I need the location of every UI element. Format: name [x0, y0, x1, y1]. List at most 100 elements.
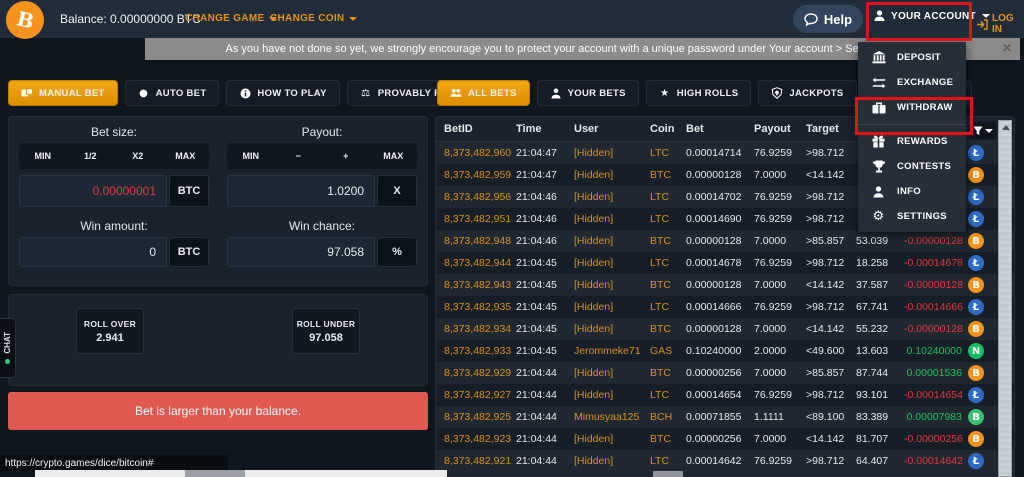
balance-label: Balance: 0.00000000 BTC — [60, 12, 201, 26]
status-url-tooltip: https://crypto.games/dice/bitcoin# — [0, 455, 228, 471]
cell-profit: -0.00000256 — [904, 433, 963, 445]
tab-all-bets[interactable]: ALL BETS — [437, 80, 530, 106]
payout-plus-button[interactable]: + — [322, 143, 370, 169]
menu-item-exchange[interactable]: EXCHANGE — [858, 70, 966, 95]
menu-item-rewards[interactable]: REWARDS — [858, 129, 966, 154]
col-user[interactable]: User — [574, 123, 650, 135]
cell-time: 21:04:44 — [516, 433, 557, 445]
menu-item-contests[interactable]: CONTESTS — [858, 154, 966, 179]
roll-under-button[interactable]: ROLL UNDER 97.058 — [292, 308, 360, 354]
roll-over-button[interactable]: ROLL OVER 2.941 — [76, 308, 144, 354]
col-betid[interactable]: BetID — [444, 123, 516, 135]
cell-user: [Hidden] — [574, 257, 614, 269]
menu-item-info[interactable]: INFO — [858, 179, 966, 204]
login-button[interactable]: LOG IN — [976, 13, 1024, 35]
col-coin[interactable]: Coin — [650, 123, 686, 135]
cell-target: >98.712 — [806, 389, 845, 401]
your-account-button[interactable]: YOUR ACCOUNT — [874, 10, 990, 22]
tab-jackpots[interactable]: JACKPOTS — [758, 80, 857, 106]
cell-profit: -0.00000128 — [904, 279, 963, 291]
table-row[interactable]: 8,373,482,933 21:04:45 Jerommeke71 GAS 0.102… — [436, 340, 1014, 362]
cell-bet: 0.00000256 — [686, 433, 742, 445]
cell-user: Jerommeke71 — [574, 345, 641, 357]
bet-min-button[interactable]: MIN — [19, 143, 67, 169]
tab-high-rolls[interactable]: ★ HIGH ROLLS — [645, 80, 752, 106]
table-row[interactable]: 8,373,482,948 21:04:46 [Hidden] BTC 0.000001… — [436, 230, 1014, 252]
win-chance-input[interactable]: 97.058 — [227, 237, 375, 267]
scrollbar-thumb[interactable] — [185, 470, 245, 477]
chat-tab[interactable]: CHAT — [0, 318, 16, 378]
bet-size-input[interactable]: 0.00000001 — [19, 175, 167, 207]
cell-roll: 18.258 — [856, 257, 889, 269]
table-row[interactable]: 8,373,482,944 21:04:45 [Hidden] LTC 0.000146… — [436, 252, 1014, 274]
coin-icon: B — [968, 365, 984, 381]
table-row[interactable]: 8,373,482,923 21:04:44 [Hidden] BTC 0.000002… — [436, 428, 1014, 450]
change-coin-button[interactable]: CHANGE COIN — [270, 13, 358, 24]
filter-button[interactable] — [970, 122, 996, 139]
col-target[interactable]: Target — [806, 123, 856, 135]
payout-max-button[interactable]: MAX — [370, 143, 418, 169]
coin-icon: Ł — [968, 453, 984, 469]
win-amount-input[interactable]: 0 — [19, 237, 167, 267]
cell-target: <14.142 — [806, 169, 845, 181]
table-row[interactable]: 8,373,482,921 21:04:44 [Hidden] LTC 0.000146… — [436, 450, 1014, 472]
bet-mode-tabs: MANUAL BET ● AUTO BET HOW TO PLAY ⚖ PROV… — [8, 80, 470, 106]
cell-user: [Hidden] — [574, 323, 614, 335]
cell-user: [Hidden] — [574, 191, 614, 203]
table-row[interactable]: 8,373,482,927 21:04:44 [Hidden] LTC 0.000146… — [436, 384, 1014, 406]
table-row[interactable]: 8,373,482,929 21:04:44 [Hidden] BTC 0.000002… — [436, 362, 1014, 384]
bet-max-button[interactable]: MAX — [162, 143, 210, 169]
tab-your-bets[interactable]: YOUR BETS — [536, 80, 639, 106]
bitcoin-logo[interactable]: B — [6, 1, 44, 39]
close-icon[interactable]: ✕ — [1002, 41, 1012, 55]
tab-auto-bet[interactable]: ● AUTO BET — [124, 80, 220, 106]
table-scrollbar[interactable] — [998, 120, 1012, 477]
tab-manual-bet[interactable]: MANUAL BET — [8, 80, 118, 106]
bet-half-button[interactable]: 1/2 — [67, 143, 115, 169]
table-row[interactable]: 8,373,482,925 21:04:44 Mimusyaa125 BCH 0.000… — [436, 406, 1014, 428]
login-icon — [976, 18, 988, 30]
table-row[interactable]: 8,373,482,943 21:04:45 [Hidden] BTC 0.000001… — [436, 274, 1014, 296]
payout-minus-button[interactable]: − — [275, 143, 323, 169]
payout-min-button[interactable]: MIN — [227, 143, 275, 169]
chevron-down-icon — [349, 16, 358, 21]
menu-item-withdraw[interactable]: WITHDRAW — [858, 95, 966, 120]
cell-id: 8,373,482,943 — [444, 279, 512, 291]
col-payout[interactable]: Payout — [754, 123, 806, 135]
cell-target: <14.142 — [806, 323, 845, 335]
cell-coin: BTC — [650, 235, 671, 247]
change-game-button[interactable]: CHANGE GAME — [185, 13, 278, 24]
account-dropdown-menu: DEPOSIT EXCHANGE WITHDRAW REWARDS CONTES… — [858, 42, 966, 232]
cell-bet: 0.00000128 — [686, 279, 742, 291]
dice-game-page: Balance: 0.00000000 BTC CHANGE GAME CHAN… — [0, 0, 1024, 477]
balance-warning-banner: Bet is larger than your balance. — [8, 392, 428, 430]
bet-size-steppers: MIN 1/2 X2 MAX — [19, 143, 209, 169]
cell-coin: BCH — [650, 411, 673, 423]
cell-payout: 2.0000 — [754, 345, 787, 357]
win-chance-row: 97.058 % — [227, 237, 417, 267]
table-row[interactable]: 8,373,482,935 21:04:45 [Hidden] LTC 0.000146… — [436, 296, 1014, 318]
cell-profit: 0.10240000 — [906, 345, 962, 357]
bet-double-button[interactable]: X2 — [114, 143, 162, 169]
cell-coin: LTC — [650, 301, 670, 313]
menu-item-settings[interactable]: ⚙ SETTINGS — [858, 204, 966, 229]
horizontal-scrollbar[interactable] — [35, 470, 447, 477]
col-time[interactable]: Time — [516, 123, 574, 135]
payout-row: 1.0200 X — [227, 175, 417, 207]
col-bet[interactable]: Bet — [686, 123, 754, 135]
cell-bet: 0.00000128 — [686, 169, 742, 181]
cell-roll: 64.407 — [856, 455, 889, 467]
bet-size-row: 0.00000001 BTC — [19, 175, 209, 207]
tab-how-to-play[interactable]: HOW TO PLAY — [226, 80, 340, 106]
cell-coin: BTC — [650, 323, 671, 335]
table-row[interactable]: 8,373,482,934 21:04:45 [Hidden] BTC 0.000001… — [436, 318, 1014, 340]
cell-user: [Hidden] — [574, 147, 614, 159]
cell-roll: 67.741 — [856, 301, 889, 313]
payout-input[interactable]: 1.0200 — [227, 175, 375, 207]
cell-target: <49.600 — [806, 345, 845, 357]
menu-item-deposit[interactable]: DEPOSIT — [858, 45, 966, 70]
cell-payout: 7.0000 — [754, 433, 787, 445]
cell-target: >98.712 — [806, 147, 845, 159]
cell-time: 21:04:45 — [516, 345, 557, 357]
help-button[interactable]: Help — [793, 5, 863, 33]
